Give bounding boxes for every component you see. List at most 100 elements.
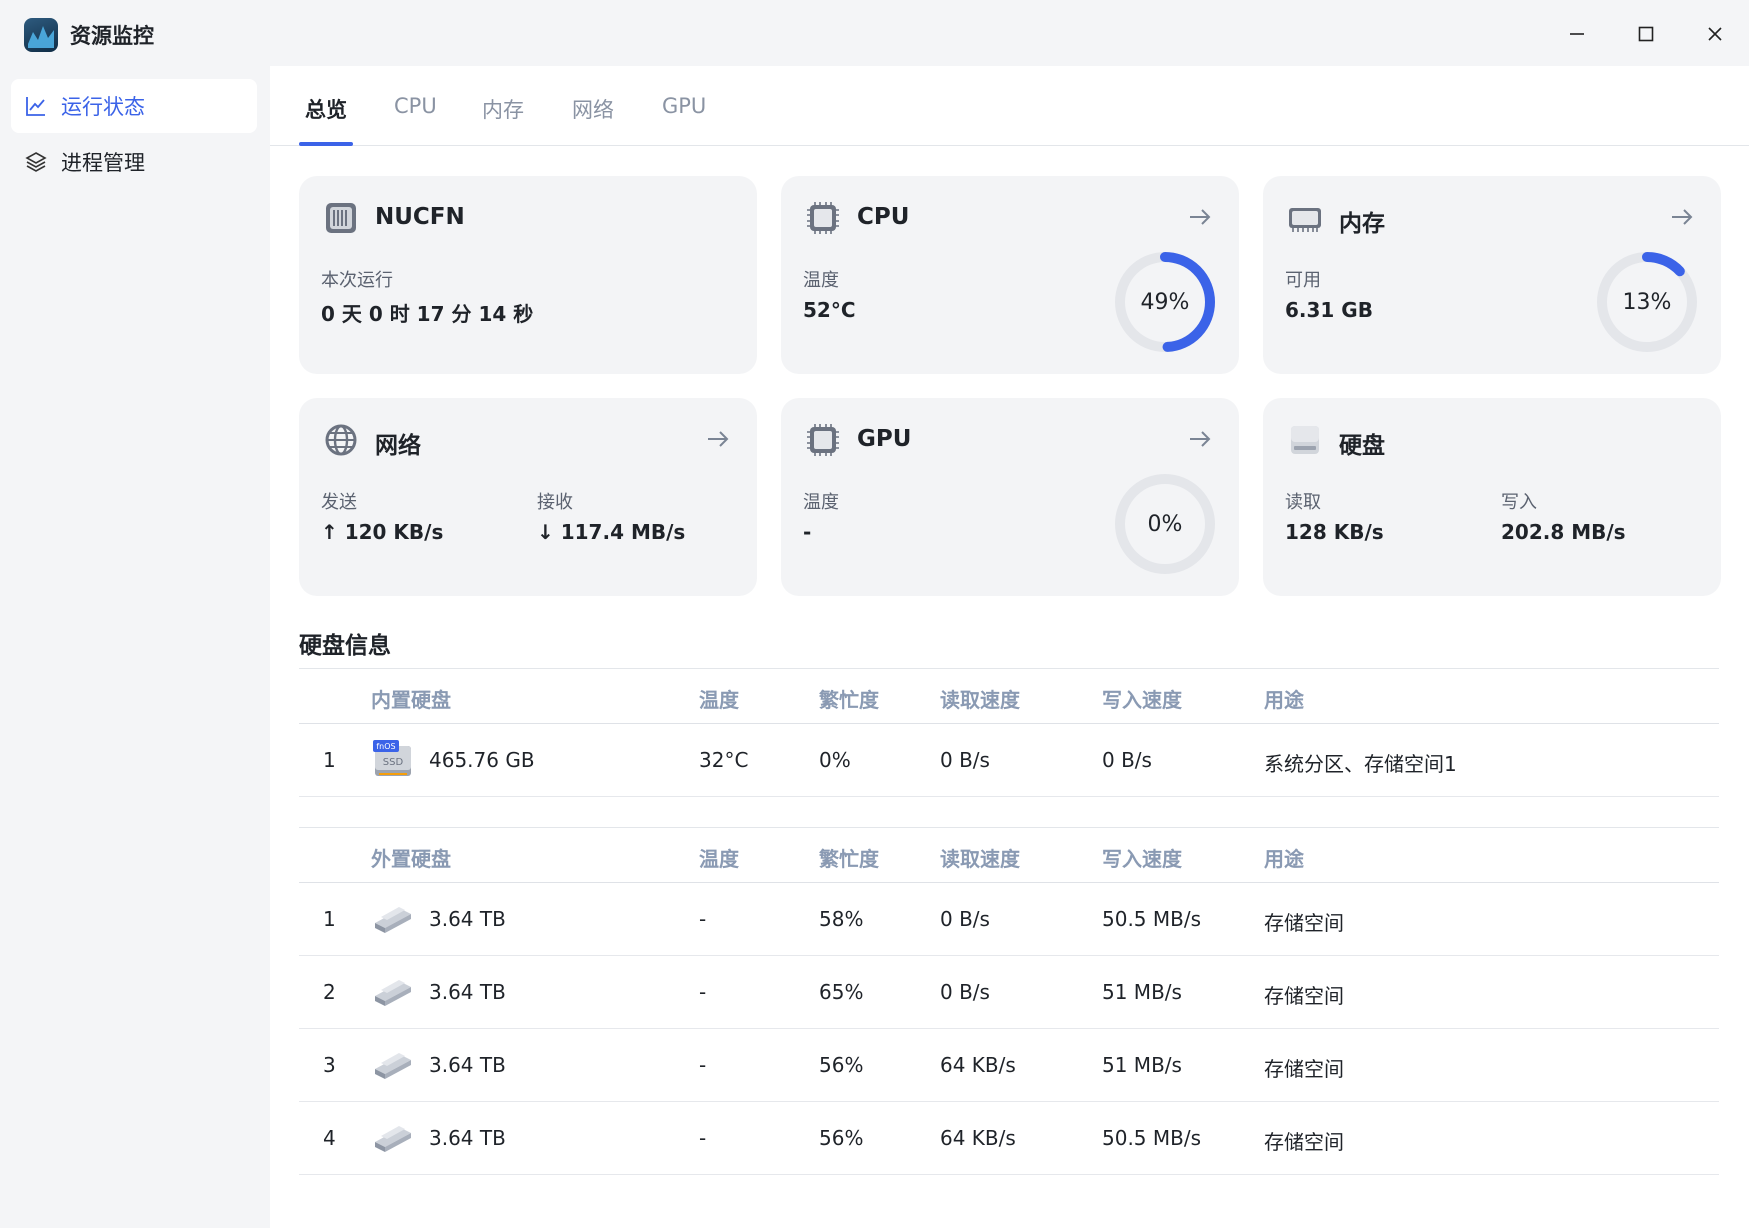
column-header: 用途: [1264, 847, 1304, 871]
arrow-right-icon[interactable]: [1187, 204, 1213, 230]
disk-busy: 56%: [819, 1126, 864, 1150]
disk-write-label: 写入: [1501, 492, 1537, 513]
column-header: 用途: [1264, 688, 1304, 712]
row-index: 2: [323, 980, 336, 1004]
row-index: 1: [323, 748, 336, 772]
tab-overview[interactable]: 总览: [305, 94, 347, 124]
table-row[interactable]: 1 3.64 TB - 58% 0 B/s 50.5 MB/s 存储空间: [299, 883, 1719, 956]
tab-memory[interactable]: 内存: [482, 94, 524, 124]
gpu-card[interactable]: GPU 温度 - 0%: [781, 398, 1239, 596]
disk-read-speed: 0 B/s: [940, 907, 990, 931]
disk-temp: -: [699, 1126, 707, 1150]
column-header: 繁忙度: [819, 847, 879, 871]
disk-read-label: 读取: [1285, 492, 1321, 513]
network-send-value: ↑ 120 KB/s: [321, 520, 444, 544]
sidebar-item-label: 运行状态: [61, 95, 145, 119]
layers-icon: [25, 151, 47, 173]
cpu-card[interactable]: CPU 温度 52°C 49%: [781, 176, 1239, 374]
hard-drive-icon: [1291, 426, 1319, 454]
hdd-icon: [375, 907, 411, 933]
memory-available-label: 可用: [1285, 270, 1321, 291]
tab-cpu[interactable]: CPU: [394, 94, 437, 118]
cpu-temp-label: 温度: [803, 270, 839, 291]
close-button[interactable]: [1692, 14, 1738, 54]
row-index: 3: [323, 1053, 336, 1077]
disk-busy: 58%: [819, 907, 864, 931]
arrow-right-icon[interactable]: [705, 426, 731, 452]
disk-busy: 0%: [819, 748, 851, 772]
tab-network[interactable]: 网络: [572, 94, 614, 124]
disk-usage: 存储空间: [1264, 984, 1344, 1008]
disk-temp: -: [699, 907, 707, 931]
memory-title: 内存: [1339, 211, 1385, 237]
column-header: 温度: [699, 847, 739, 871]
disk-temp: -: [699, 1053, 707, 1077]
column-header: 内置硬盘: [371, 688, 451, 712]
main-content: 总览 CPU 内存 网络 GPU NUCFN 本次运行 0 天 0 时 17 分…: [270, 66, 1749, 1228]
table-row[interactable]: 2 3.64 TB - 65% 0 B/s 51 MB/s 存储空间: [299, 956, 1719, 1029]
gpu-usage-text: 0%: [1147, 511, 1183, 537]
cpu-temp-value: 52°C: [803, 298, 856, 322]
cpu-title: CPU: [857, 204, 910, 230]
disk-size: 3.64 TB: [429, 1053, 506, 1077]
disk-write-speed: 51 MB/s: [1102, 1053, 1182, 1077]
arrow-right-icon[interactable]: [1187, 426, 1213, 452]
table-header: 外置硬盘 温度 繁忙度 读取速度 写入速度 用途: [299, 827, 1719, 883]
disk-usage: 存储空间: [1264, 911, 1344, 935]
disk-write-speed: 51 MB/s: [1102, 980, 1182, 1004]
memory-card[interactable]: 内存 可用 6.31 GB 13%: [1263, 176, 1721, 374]
maximize-button[interactable]: [1623, 14, 1669, 54]
tab-gpu[interactable]: GPU: [662, 94, 706, 118]
uptime-value: 0 天 0 时 17 分 14 秒: [321, 302, 534, 326]
hdd-icon: [375, 980, 411, 1006]
disk-usage: 系统分区、存储空间1: [1264, 752, 1457, 776]
disk-read-speed: 64 KB/s: [940, 1126, 1016, 1150]
gpu-chip-icon: [807, 424, 839, 456]
gpu-temp-value: -: [803, 520, 812, 544]
title-bar: 资源监控: [0, 0, 1749, 66]
close-icon: [1708, 27, 1722, 41]
table-row[interactable]: 1 fnOS SSD 465.76 GB 32°C 0% 0 B/s 0 B/s…: [299, 724, 1719, 797]
sidebar: 运行状态 进程管理: [0, 66, 270, 1228]
column-header: 繁忙度: [819, 688, 879, 712]
disk-card: 硬盘 读取 128 KB/s 写入 202.8 MB/s: [1263, 398, 1721, 596]
app-title: 资源监控: [70, 24, 154, 48]
sidebar-item-process-management[interactable]: 进程管理: [11, 135, 257, 189]
uptime-label: 本次运行: [321, 270, 393, 291]
network-send-label: 发送: [321, 492, 357, 513]
disk-busy: 56%: [819, 1053, 864, 1077]
active-tab-indicator: [299, 142, 353, 146]
column-header: 温度: [699, 688, 739, 712]
ssd-icon: fnOS SSD: [373, 740, 411, 776]
row-index: 1: [323, 907, 336, 931]
disk-read-value: 128 KB/s: [1285, 520, 1384, 544]
cpu-chip-icon: [807, 202, 839, 234]
disk-size: 465.76 GB: [429, 748, 535, 772]
host-card: NUCFN 本次运行 0 天 0 时 17 分 14 秒: [299, 176, 757, 374]
ram-icon: [1289, 208, 1321, 232]
disk-write-speed: 50.5 MB/s: [1102, 907, 1202, 931]
network-recv-label: 接收: [537, 492, 573, 513]
disk-size: 3.64 TB: [429, 907, 506, 931]
memory-usage-text: 13%: [1622, 289, 1672, 315]
table-row[interactable]: 4 3.64 TB - 56% 64 KB/s 50.5 MB/s 存储空间: [299, 1102, 1719, 1175]
ssd-icon-badge: fnOS: [376, 742, 395, 751]
network-title: 网络: [375, 433, 421, 459]
globe-icon: [325, 424, 357, 456]
table-row[interactable]: 3 3.64 TB - 56% 64 KB/s 51 MB/s 存储空间: [299, 1029, 1719, 1102]
minimize-icon: [1570, 33, 1584, 35]
sidebar-item-label: 进程管理: [61, 151, 145, 175]
ssd-icon-text: SSD: [383, 757, 404, 768]
disk-busy: 65%: [819, 980, 864, 1004]
network-card[interactable]: 网络 发送 ↑ 120 KB/s 接收 ↓ 117.4 MB/s: [299, 398, 757, 596]
host-name: NUCFN: [375, 204, 465, 230]
disk-size: 3.64 TB: [429, 980, 506, 1004]
disk-write-speed: 0 B/s: [1102, 748, 1152, 772]
disk-title: 硬盘: [1339, 433, 1385, 459]
column-header: 读取速度: [940, 847, 1020, 871]
sidebar-item-running-status[interactable]: 运行状态: [11, 79, 257, 133]
column-header: 写入速度: [1102, 847, 1182, 871]
table-header: 内置硬盘 温度 繁忙度 读取速度 写入速度 用途: [299, 668, 1719, 724]
minimize-button[interactable]: [1554, 14, 1600, 54]
arrow-right-icon[interactable]: [1669, 204, 1695, 230]
